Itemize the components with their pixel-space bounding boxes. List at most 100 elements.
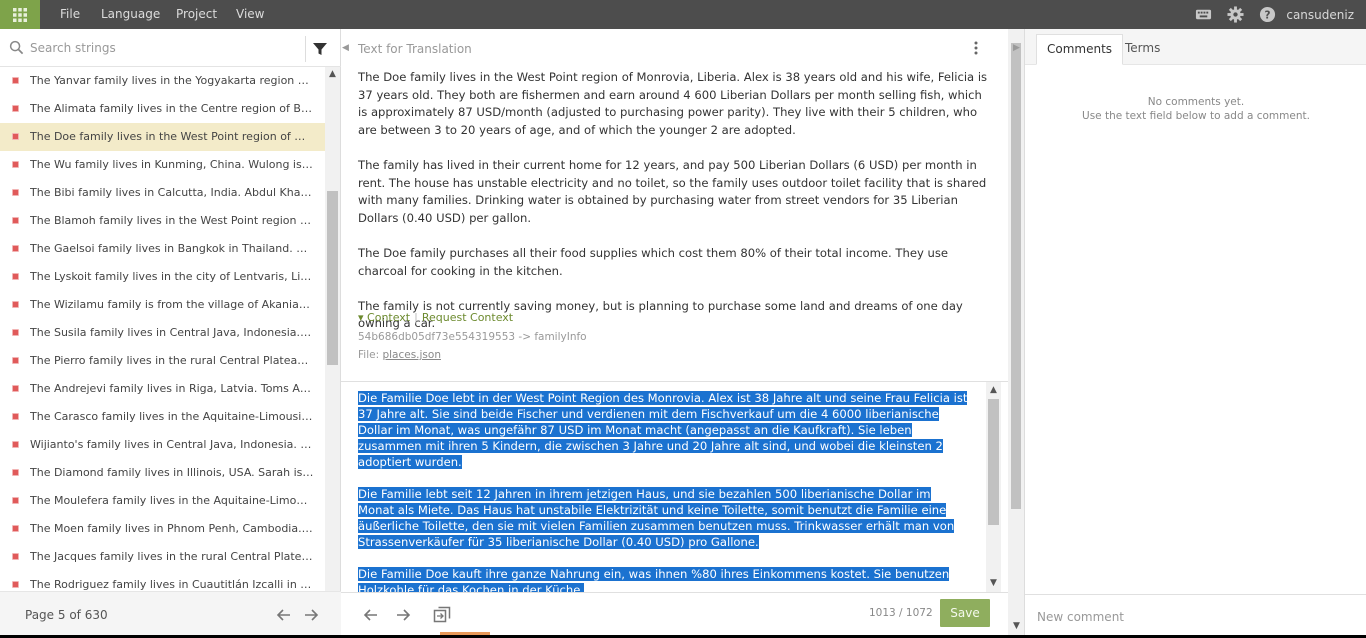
- list-item[interactable]: The Jacques family lives in the rural Ce…: [0, 543, 325, 571]
- untranslated-status-icon: [12, 357, 19, 364]
- list-item-text: The Yanvar family lives in the Yogyakart…: [30, 74, 314, 87]
- menu-language[interactable]: Language: [101, 7, 160, 21]
- scrollbar-thumb[interactable]: [1011, 43, 1021, 509]
- untranslated-status-icon: [12, 133, 19, 140]
- editor-panel: ◀ Text for Translation The Doe family li…: [341, 29, 1008, 638]
- request-context-link[interactable]: Request Context: [422, 311, 513, 324]
- no-comments-hint: Use the text field below to add a commen…: [1082, 110, 1310, 122]
- scroll-up-icon[interactable]: ▲: [327, 69, 338, 80]
- list-item-text: The Gaelsoi family lives in Bangkok in T…: [30, 242, 314, 255]
- list-item[interactable]: The Wu family lives in Kunming, China. W…: [0, 151, 325, 179]
- scroll-up-icon[interactable]: ▲: [988, 385, 999, 396]
- untranslated-status-icon: [12, 385, 19, 392]
- scroll-down-icon[interactable]: ▼: [1011, 621, 1022, 632]
- page-indicator: Page 5 of 630: [25, 608, 108, 622]
- taskbar-indicator: [440, 632, 490, 635]
- empty-comments-message: No comments yet. Use the text field belo…: [1025, 95, 1366, 123]
- untranslated-status-icon: [12, 329, 19, 336]
- source-heading: Text for Translation: [358, 42, 472, 56]
- list-item[interactable]: Wijianto's family lives in Central Java,…: [0, 431, 325, 459]
- list-item-text: The Alimata family lives in the Centre r…: [30, 102, 314, 115]
- next-page-icon[interactable]: [302, 606, 320, 624]
- user-menu[interactable]: cansudeniz: [1286, 8, 1354, 22]
- untranslated-status-icon: [12, 77, 19, 84]
- list-item[interactable]: The Gaelsoi family lives in Bangkok in T…: [0, 235, 325, 263]
- list-item[interactable]: The Susila family lives in Central Java,…: [0, 319, 325, 347]
- untranslated-status-icon: [12, 581, 19, 588]
- list-item[interactable]: The Andrejevi family lives in Riga, Latv…: [0, 375, 325, 403]
- file-link[interactable]: places.json: [382, 349, 441, 361]
- context-label: Context: [367, 311, 411, 324]
- next-string-icon[interactable]: [393, 605, 413, 625]
- translation-text[interactable]: Die Familie Doe lebt in der West Point R…: [358, 390, 970, 614]
- character-count: 1013 / 1072: [869, 607, 933, 619]
- list-item-text: The Diamond family lives in Illinois, US…: [30, 466, 314, 479]
- translation-paragraph: Die Familie Doe lebt in der West Point R…: [358, 391, 968, 469]
- string-list: The Yanvar family lives in the Yogyakart…: [0, 67, 325, 591]
- copy-source-icon[interactable]: [432, 605, 452, 625]
- tab-terms[interactable]: Terms: [1115, 34, 1170, 65]
- list-item-text: The Jacques family lives in the rural Ce…: [30, 550, 314, 563]
- scrollbar-thumb[interactable]: [327, 191, 338, 365]
- page-scrollbar[interactable]: ▼: [1008, 29, 1024, 638]
- save-button[interactable]: Save: [940, 599, 990, 627]
- help-icon[interactable]: ?: [1259, 6, 1276, 23]
- search-icon: [9, 40, 24, 55]
- list-item[interactable]: The Yanvar family lives in the Yogyakart…: [0, 67, 325, 95]
- previous-string-icon[interactable]: [361, 605, 381, 625]
- right-tabs: Comments Terms: [1025, 29, 1366, 65]
- context-toggle[interactable]: ▾ Context: [358, 311, 410, 324]
- untranslated-status-icon: [12, 189, 19, 196]
- search-input[interactable]: [30, 38, 290, 58]
- list-item-text: The Wizilamu family is from the village …: [30, 298, 314, 311]
- untranslated-status-icon: [12, 301, 19, 308]
- pagination-bar: Page 5 of 630: [0, 591, 341, 638]
- untranslated-status-icon: [12, 273, 19, 280]
- list-item-text: The Andrejevi family lives in Riga, Latv…: [30, 382, 314, 395]
- collapse-left-icon[interactable]: ◀: [342, 43, 349, 53]
- filter-icon: [312, 43, 327, 55]
- apps-grid-button[interactable]: [0, 0, 40, 29]
- scrollbar-thumb[interactable]: [988, 399, 999, 525]
- list-item[interactable]: The Rodriguez family lives in Cuautitlán…: [0, 571, 325, 591]
- tab-comments[interactable]: Comments: [1036, 34, 1124, 65]
- list-item[interactable]: The Pierro family lives in the rural Cen…: [0, 347, 325, 375]
- untranslated-status-icon: [12, 525, 19, 532]
- keyboard-icon[interactable]: [1195, 6, 1212, 23]
- list-item-text: The Rodriguez family lives in Cuautitlán…: [30, 578, 314, 591]
- search-bar: [0, 29, 341, 67]
- list-item[interactable]: The Carasco family lives in the Aquitain…: [0, 403, 325, 431]
- strings-scrollbar[interactable]: ▲: [325, 67, 340, 591]
- untranslated-status-icon: [12, 441, 19, 448]
- comment-input[interactable]: [1037, 607, 1347, 627]
- list-item[interactable]: The Moen family lives in Phnom Penh, Cam…: [0, 515, 325, 543]
- no-comments-title: No comments yet.: [1147, 96, 1245, 108]
- prev-page-icon[interactable]: [275, 606, 293, 624]
- svg-text:?: ?: [1264, 9, 1270, 21]
- list-item[interactable]: The Blamoh family lives in the West Poin…: [0, 207, 325, 235]
- menu-file[interactable]: File: [60, 7, 80, 21]
- list-item[interactable]: The Bibi family lives in Calcutta, India…: [0, 179, 325, 207]
- list-item[interactable]: The Alimata family lives in the Centre r…: [0, 95, 325, 123]
- gear-icon[interactable]: [1227, 6, 1244, 23]
- translation-editor[interactable]: Die Familie Doe lebt in der West Point R…: [341, 381, 1008, 597]
- filter-button[interactable]: [305, 36, 333, 62]
- untranslated-status-icon: [12, 497, 19, 504]
- list-item[interactable]: The Diamond family lives in Illinois, US…: [0, 459, 325, 487]
- list-item-text: The Moen family lives in Phnom Penh, Cam…: [30, 522, 314, 535]
- source-paragraph: The Doe family purchases all their food …: [358, 245, 949, 278]
- list-item[interactable]: The Doe family lives in the West Point r…: [0, 123, 325, 151]
- menu-project[interactable]: Project: [176, 7, 217, 21]
- more-vertical-icon[interactable]: [971, 40, 981, 56]
- list-item[interactable]: The Moulefera family lives in the Aquita…: [0, 487, 325, 515]
- scroll-down-icon[interactable]: ▼: [988, 578, 999, 589]
- untranslated-status-icon: [12, 217, 19, 224]
- list-item-text: Wijianto's family lives in Central Java,…: [30, 438, 314, 451]
- list-item[interactable]: The Wizilamu family is from the village …: [0, 291, 325, 319]
- list-item-text: The Susila family lives in Central Java,…: [30, 326, 314, 339]
- list-item[interactable]: The Lyskoit family lives in the city of …: [0, 263, 325, 291]
- untranslated-status-icon: [12, 245, 19, 252]
- menu-view[interactable]: View: [236, 7, 264, 21]
- collapse-right-icon[interactable]: ▶: [1013, 43, 1020, 53]
- translation-scrollbar[interactable]: ▲ ▼: [986, 382, 1001, 593]
